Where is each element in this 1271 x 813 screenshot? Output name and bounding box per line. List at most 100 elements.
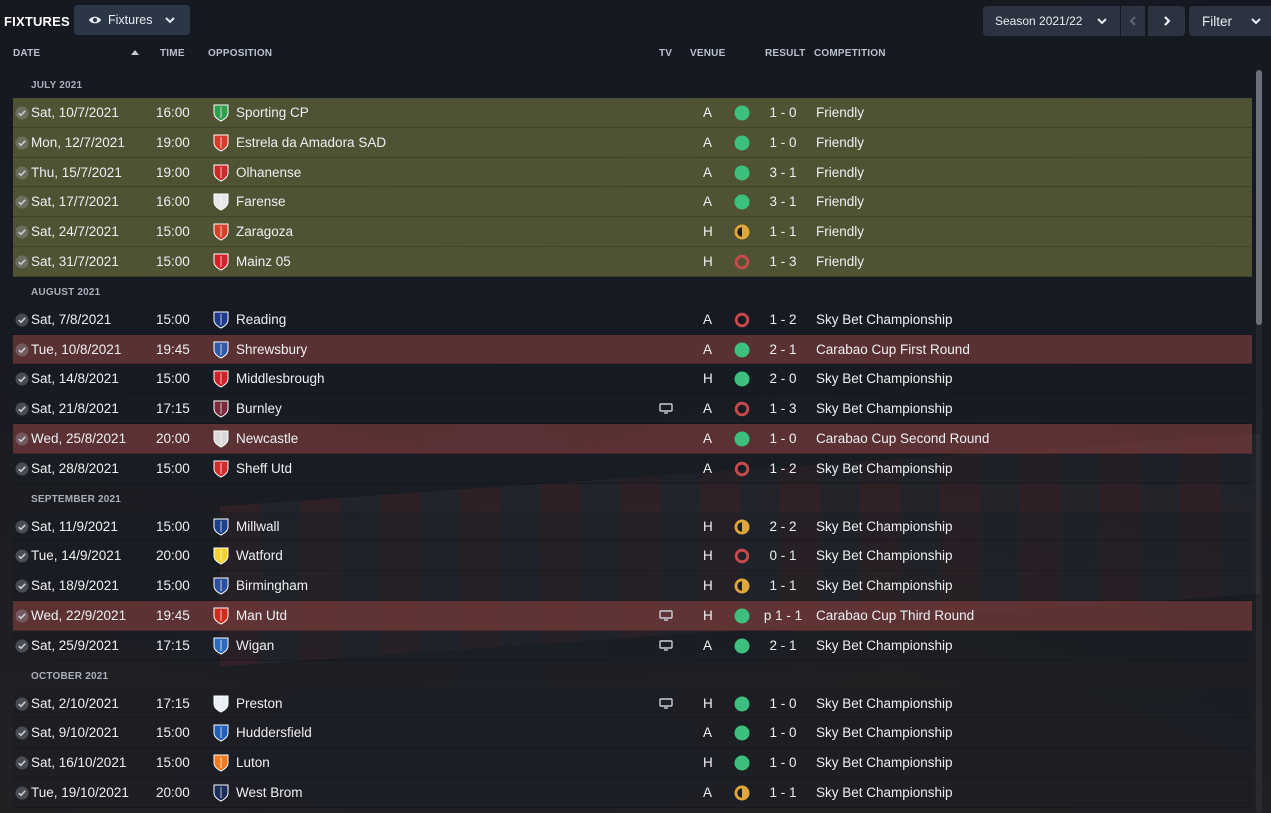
fixture-score[interactable]: 2 - 1 xyxy=(751,335,815,364)
opponent-name[interactable]: Shrewsbury xyxy=(236,335,307,364)
fixture-competition[interactable]: Sky Bet Championship xyxy=(816,689,953,718)
column-header-tv[interactable]: TV xyxy=(659,48,672,59)
fixture-row[interactable]: Sat, 7/8/2021 15:00 Reading A 1 - 2 Sky Bet C… xyxy=(13,304,1252,335)
fixture-competition[interactable]: Carabao Cup Second Round xyxy=(816,424,989,453)
fixture-competition[interactable]: Sky Bet Championship xyxy=(816,541,953,570)
fixture-competition[interactable]: Sky Bet Championship xyxy=(816,778,953,807)
fixture-row[interactable]: Sat, 25/9/2021 17:15 Wigan A 2 - 1 Sky Bet Ch… xyxy=(13,630,1252,661)
fixture-competition[interactable]: Sky Bet Championship xyxy=(816,454,953,483)
filter-button[interactable]: Filter xyxy=(1189,6,1271,36)
opponent-name[interactable]: Mainz 05 xyxy=(236,247,291,276)
column-header-venue[interactable]: VENUE xyxy=(690,48,725,59)
next-season-button[interactable] xyxy=(1148,6,1185,36)
fixture-score[interactable]: 1 - 0 xyxy=(751,689,815,718)
fixture-row[interactable]: Sat, 21/8/2021 17:15 Burnley A 1 - 3 Sky Bet … xyxy=(13,394,1252,424)
opponent-name[interactable]: Preston xyxy=(236,689,283,718)
fixture-row[interactable]: Sat, 10/7/2021 16:00 Sporting CP A 1 - 0 Frie… xyxy=(13,98,1252,128)
fixture-competition[interactable]: Friendly xyxy=(816,98,864,127)
opponent-name[interactable]: Wigan xyxy=(236,631,274,660)
fixture-score[interactable]: 3 - 1 xyxy=(751,158,815,187)
fixture-score[interactable]: 1 - 1 xyxy=(751,571,815,600)
opponent-name[interactable]: Estrela da Amadora SAD xyxy=(236,128,386,157)
fixture-score[interactable]: 1 - 3 xyxy=(751,394,815,423)
column-header-date[interactable]: DATE xyxy=(13,48,40,59)
fixture-competition[interactable]: Sky Bet Championship xyxy=(816,394,953,423)
opponent-name[interactable]: Man Utd xyxy=(236,601,287,630)
fixture-competition[interactable]: Sky Bet Championship xyxy=(816,305,953,334)
column-header-competition[interactable]: COMPETITION xyxy=(814,48,886,59)
fixture-score[interactable]: 1 - 1 xyxy=(751,778,815,807)
fixture-competition[interactable]: Friendly xyxy=(816,217,864,246)
fixture-score[interactable]: 1 - 2 xyxy=(751,305,815,334)
fixture-row[interactable]: Tue, 19/10/2021 20:00 West Brom A 1 - 1 Sky B… xyxy=(13,777,1252,808)
fixture-score[interactable]: 1 - 3 xyxy=(751,247,815,276)
opponent-name[interactable]: Birmingham xyxy=(236,571,308,600)
fixture-score[interactable]: 1 - 1 xyxy=(751,217,815,246)
fixture-competition[interactable]: Sky Bet Championship xyxy=(816,718,953,747)
opponent-name[interactable]: Zaragoza xyxy=(236,217,293,246)
opponent-name[interactable]: Huddersfield xyxy=(236,718,312,747)
column-header-result[interactable]: RESULT xyxy=(765,48,805,59)
opponent-name[interactable]: Burnley xyxy=(236,394,282,423)
opponent-name[interactable]: Middlesbrough xyxy=(236,364,325,393)
fixture-competition[interactable]: Carabao Cup First Round xyxy=(816,335,970,364)
opponent-name[interactable]: West Brom xyxy=(236,778,303,807)
fixture-score[interactable]: 2 - 2 xyxy=(751,512,815,541)
fixture-score[interactable]: 2 - 1 xyxy=(751,631,815,660)
column-header-opposition[interactable]: OPPOSITION xyxy=(208,48,272,59)
fixture-competition[interactable]: Sky Bet Championship xyxy=(816,748,953,777)
scrollbar-thumb[interactable] xyxy=(1256,70,1262,325)
fixture-venue: A xyxy=(703,401,713,417)
fixture-row[interactable]: Wed, 22/9/2021 19:45 Man Utd Hp 1 - 1 Caraba… xyxy=(13,600,1252,631)
opponent-name[interactable]: Farense xyxy=(236,187,286,216)
fixture-competition[interactable]: Friendly xyxy=(816,187,864,216)
view-dropdown[interactable]: Fixtures xyxy=(74,5,190,35)
fixture-score[interactable]: 1 - 0 xyxy=(751,128,815,157)
scrollbar[interactable] xyxy=(1256,70,1262,813)
fixture-row[interactable]: Sat, 31/7/2021 15:00 Mainz 05 H 1 - 3 Friendl… xyxy=(13,246,1252,277)
opponent-name[interactable]: Reading xyxy=(236,305,286,334)
fixture-competition[interactable]: Friendly xyxy=(816,247,864,276)
fixture-row[interactable]: Sat, 24/7/2021 15:00 Zaragoza H 1 - 1 Friendl… xyxy=(13,217,1252,247)
column-header-time[interactable]: TIME xyxy=(160,48,185,59)
opponent-name[interactable]: Sporting CP xyxy=(236,98,309,127)
fixture-competition[interactable]: Carabao Cup Third Round xyxy=(816,601,974,630)
fixture-row[interactable]: Sat, 9/10/2021 15:00 Huddersfield A 1 - 0 Sky… xyxy=(13,718,1252,749)
fixture-score[interactable]: 1 - 2 xyxy=(751,454,815,483)
fixture-score[interactable]: 1 - 0 xyxy=(751,98,815,127)
fixture-score[interactable]: 1 - 0 xyxy=(751,718,815,747)
fixture-row[interactable]: Sat, 11/9/2021 15:00 Millwall H 2 - 2 Sky Bet… xyxy=(13,511,1252,542)
fixture-row[interactable]: Sat, 14/8/2021 15:00 Middlesbrough H 2 - 0 Sk… xyxy=(13,364,1252,395)
opponent-name[interactable]: Watford xyxy=(236,541,283,570)
fixture-competition[interactable]: Friendly xyxy=(816,128,864,157)
season-dropdown[interactable]: Season 2021/22 xyxy=(983,6,1120,36)
fixture-row[interactable]: Tue, 14/9/2021 20:00 Watford H 0 - 1 Sky Bet … xyxy=(13,541,1252,572)
fixture-row[interactable]: Mon, 12/7/2021 19:00 Estrela da Amadora SA… xyxy=(13,127,1252,158)
fixture-competition[interactable]: Friendly xyxy=(816,158,864,187)
top-bar: FIXTURES Fixtures Season 2021/22 Filter xyxy=(0,0,1271,40)
fixture-competition[interactable]: Sky Bet Championship xyxy=(816,512,953,541)
opponent-name[interactable]: Millwall xyxy=(236,512,280,541)
fixture-row[interactable]: Sat, 2/10/2021 17:15 Preston H 1 - 0 Sky Bet … xyxy=(13,688,1252,719)
opponent-name[interactable]: Olhanense xyxy=(236,158,301,187)
fixture-row[interactable]: Sat, 16/10/2021 15:00 Luton H 1 - 0 Sky Bet C… xyxy=(13,748,1252,778)
previous-season-button[interactable] xyxy=(1121,6,1145,36)
fixture-row[interactable]: Wed, 25/8/2021 20:00 Newcastle A 1 - 0 Caraba… xyxy=(13,423,1252,454)
fixture-score[interactable]: 1 - 0 xyxy=(751,424,815,453)
fixture-row[interactable]: Tue, 10/8/2021 19:45 Shrewsbury A 2 - 1 Carab… xyxy=(13,334,1252,365)
fixture-competition[interactable]: Sky Bet Championship xyxy=(816,631,953,660)
fixture-competition[interactable]: Sky Bet Championship xyxy=(816,571,953,600)
fixture-score[interactable]: 3 - 1 xyxy=(751,187,815,216)
fixture-score[interactable]: 0 - 1 xyxy=(751,541,815,570)
opponent-name[interactable]: Newcastle xyxy=(236,424,298,453)
fixture-score[interactable]: 2 - 0 xyxy=(751,364,815,393)
opponent-name[interactable]: Sheff Utd xyxy=(236,454,292,483)
fixture-score[interactable]: p 1 - 1 xyxy=(751,601,815,630)
fixture-row[interactable]: Sat, 18/9/2021 15:00 Birmingham H 1 - 1 Sky B… xyxy=(13,571,1252,601)
fixture-row[interactable]: Thu, 15/7/2021 19:00 Olhanense A 3 - 1 Friend… xyxy=(13,157,1252,188)
fixture-row[interactable]: Sat, 17/7/2021 16:00 Farense A 3 - 1 Friendly xyxy=(13,187,1252,218)
opponent-name[interactable]: Luton xyxy=(236,748,270,777)
fixture-competition[interactable]: Sky Bet Championship xyxy=(816,364,953,393)
fixture-score[interactable]: 1 - 0 xyxy=(751,748,815,777)
fixture-row[interactable]: Sat, 28/8/2021 15:00 Sheff Utd A 1 - 2 Sky Be… xyxy=(13,453,1252,484)
